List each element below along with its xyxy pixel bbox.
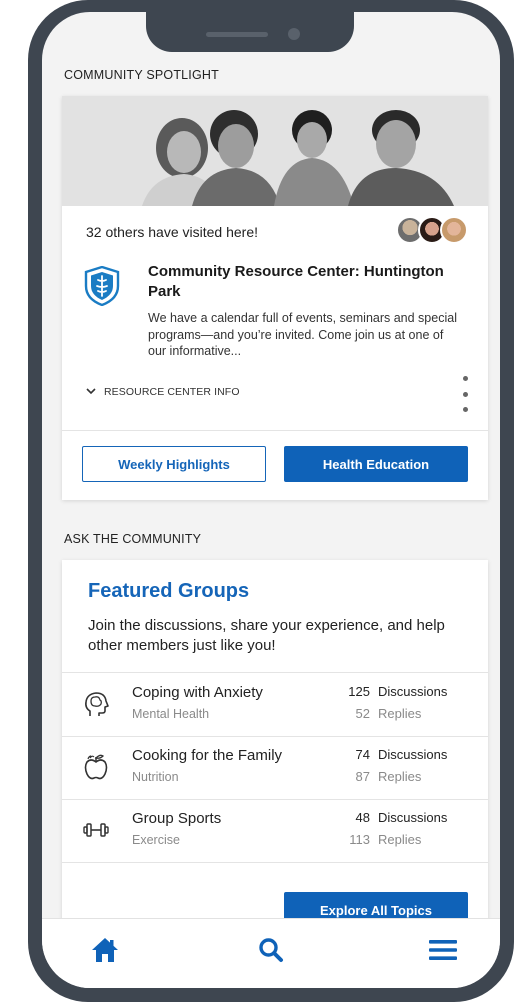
health-education-button[interactable]: Health Education [284, 446, 468, 482]
menu-icon[interactable] [426, 933, 460, 967]
phone-notch [146, 12, 354, 52]
divider [62, 672, 488, 673]
discussion-count: 125 [348, 684, 370, 699]
spotlight-card: 32 others have visited here! Community R… [62, 96, 488, 500]
discussions-label: Discussions [378, 747, 448, 762]
replies-label: Replies [378, 706, 422, 721]
featured-groups-card: Featured Groups Join the discussions, sh… [62, 560, 488, 932]
group-category: Exercise [132, 833, 180, 847]
resource-center-info-toggle[interactable]: RESOURCE CENTER INFO [86, 386, 240, 398]
group-row-cooking-for-the-family[interactable]: Cooking for the Family Nutrition 74 Disc… [62, 737, 488, 799]
group-category: Mental Health [132, 707, 210, 721]
featured-groups-title: Featured Groups [88, 580, 250, 602]
group-row-coping-with-anxiety[interactable]: Coping with Anxiety Mental Health 125 Di… [62, 674, 488, 736]
chevron-down-icon [86, 386, 96, 398]
visitor-avatars[interactable] [396, 216, 468, 244]
discussion-count: 48 [355, 810, 370, 825]
group-row-group-sports[interactable]: Group Sports Exercise 48 Discussions 113… [62, 800, 488, 862]
divider [62, 862, 488, 863]
reply-count: 52 [355, 706, 370, 721]
discussions-label: Discussions [378, 810, 448, 825]
weekly-highlights-button[interactable]: Weekly Highlights [82, 446, 266, 482]
reply-count: 113 [349, 832, 370, 847]
featured-groups-description: Join the discussions, share your experie… [88, 617, 445, 654]
org-description: We have a calendar full of events, semin… [148, 311, 457, 358]
home-icon[interactable] [88, 933, 122, 967]
phone-frame: COMMUNITY SPOTLIGHT 32 others have visit… [28, 0, 514, 1002]
divider [62, 430, 488, 431]
more-options-icon[interactable] [460, 376, 470, 412]
blue-shield-logo-icon [84, 265, 120, 311]
apple-icon [82, 753, 110, 781]
org-title[interactable]: Community Resource Center: Huntington Pa… [148, 262, 468, 302]
replies-label: Replies [378, 769, 422, 784]
reply-count: 87 [355, 769, 370, 784]
app-screen: COMMUNITY SPOTLIGHT 32 others have visit… [42, 12, 500, 988]
group-name: Coping with Anxiety [132, 684, 263, 701]
visited-count-text: 32 others have visited here! [86, 224, 258, 240]
community-section-label: ASK THE COMMUNITY [64, 532, 202, 546]
speaker-grille [206, 32, 268, 37]
discussions-label: Discussions [378, 684, 448, 699]
spotlight-section-label: COMMUNITY SPOTLIGHT [64, 68, 219, 82]
avatar [440, 216, 468, 244]
info-toggle-label: RESOURCE CENTER INFO [104, 386, 240, 398]
group-name: Cooking for the Family [132, 747, 283, 764]
discussion-count: 74 [355, 747, 370, 762]
brain-head-icon [82, 690, 110, 718]
dumbbell-icon [82, 816, 110, 844]
group-name: Group Sports [132, 810, 222, 827]
group-category: Nutrition [132, 770, 179, 784]
family-photo [62, 96, 488, 206]
front-camera [288, 28, 300, 40]
search-icon[interactable] [254, 933, 288, 967]
replies-label: Replies [378, 832, 422, 847]
bottom-navigation [42, 918, 500, 988]
